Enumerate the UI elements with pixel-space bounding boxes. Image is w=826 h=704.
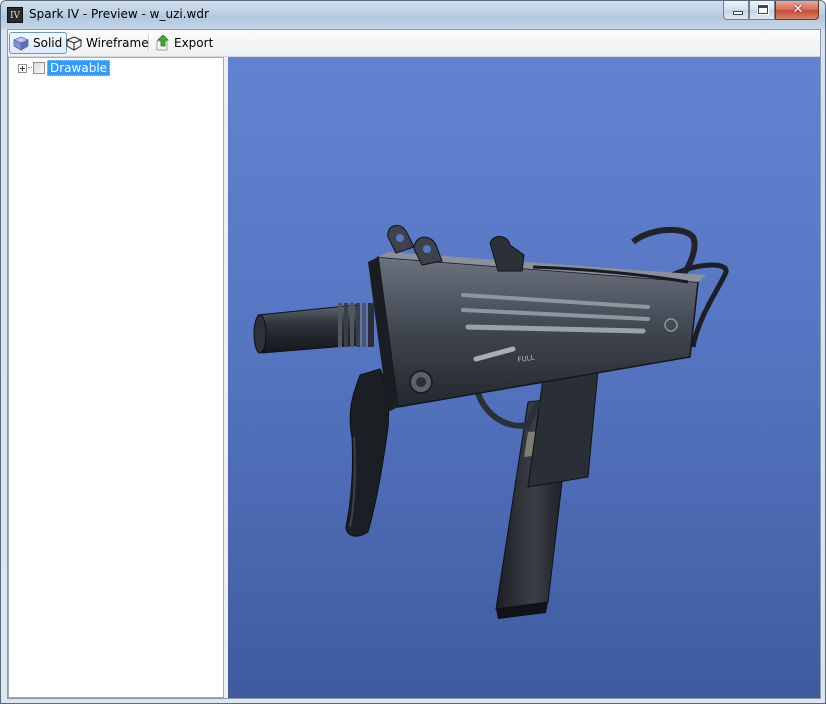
export-label: Export — [174, 36, 214, 50]
3d-preview-viewport[interactable]: FULL — [228, 57, 820, 698]
export-arrow-icon — [156, 35, 169, 51]
preview-window: IV Spark IV - Preview - w_uzi.wdr ✕ Soli… — [0, 0, 826, 704]
minimize-button[interactable] — [723, 1, 749, 20]
solid-label: Solid — [33, 36, 63, 50]
minimize-icon — [733, 11, 743, 15]
wireframe-cube-icon — [66, 36, 82, 51]
tree-node-drawable[interactable]: Drawable — [18, 60, 111, 76]
drawable-checkbox[interactable] — [33, 62, 45, 74]
tree-node-label[interactable]: Drawable — [47, 60, 111, 76]
window-title: Spark IV - Preview - w_uzi.wdr — [29, 7, 209, 21]
model-tree[interactable]: Drawable — [8, 57, 224, 698]
expand-icon[interactable] — [18, 63, 27, 73]
caption-buttons: ✕ — [723, 1, 819, 21]
app-icon: IV — [7, 7, 23, 23]
solid-button[interactable]: Solid — [9, 32, 68, 54]
toolbar: Solid Wireframe Export — [8, 30, 820, 57]
export-button[interactable]: Export — [153, 32, 217, 54]
close-button[interactable]: ✕ — [775, 1, 819, 20]
maximize-icon — [758, 5, 768, 14]
uzi-model: FULL — [253, 224, 729, 619]
client-area: Solid Wireframe Export Drawable FULL — [7, 29, 821, 699]
toolbar-separator — [148, 35, 150, 51]
barrel — [253, 303, 374, 354]
tree-connector — [28, 67, 32, 69]
sling-strap — [345, 368, 389, 537]
wireframe-button[interactable]: Wireframe — [63, 32, 153, 54]
solid-cube-icon — [13, 36, 29, 51]
maximize-button[interactable] — [749, 1, 775, 20]
title-bar[interactable]: IV Spark IV - Preview - w_uzi.wdr ✕ — [1, 1, 825, 29]
wireframe-label: Wireframe — [86, 36, 149, 50]
close-icon: ✕ — [792, 2, 804, 17]
